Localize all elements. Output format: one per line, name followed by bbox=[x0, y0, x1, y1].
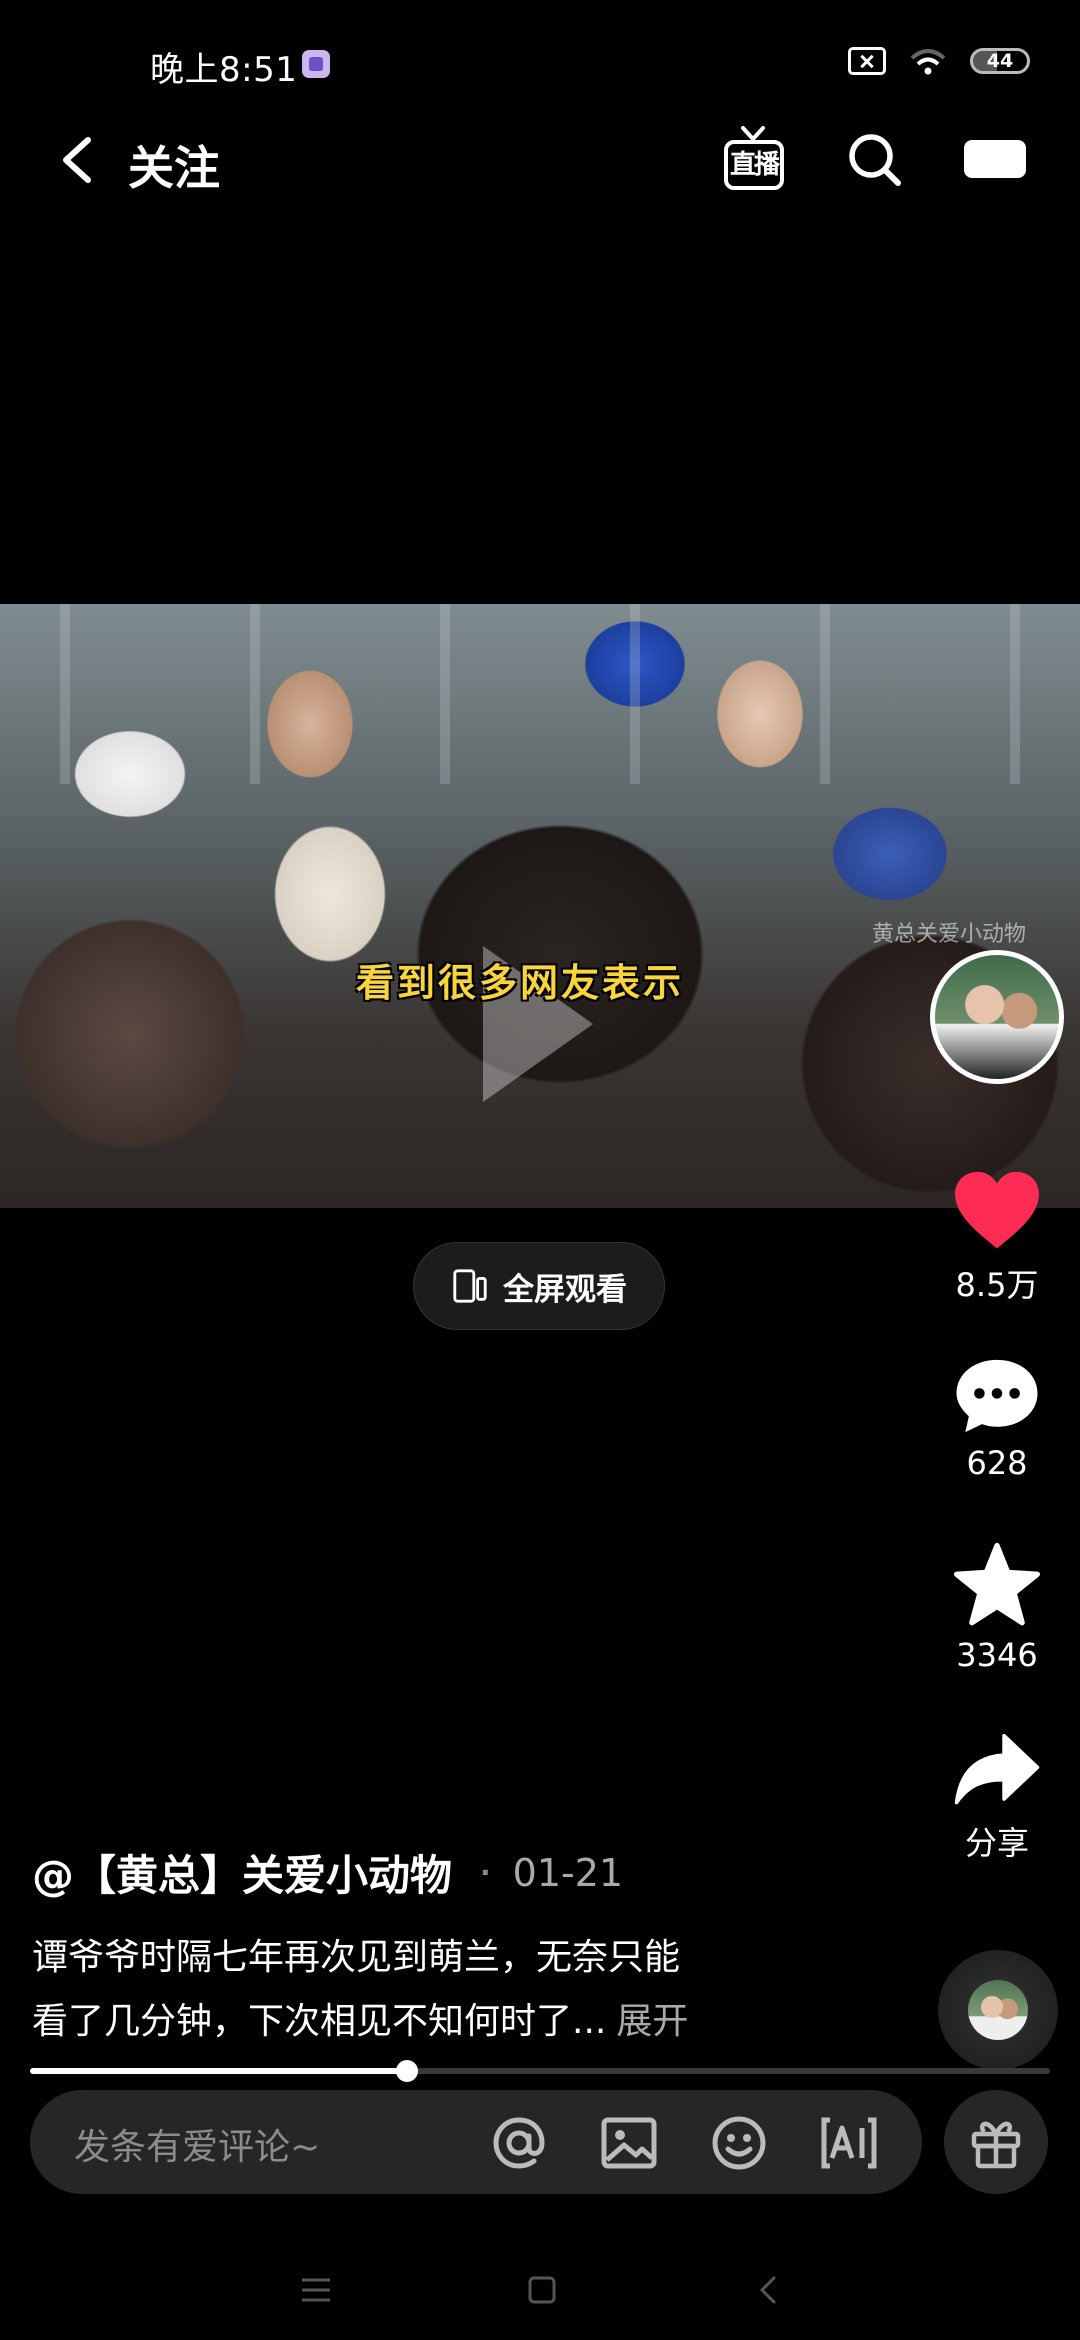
expand-link[interactable]: 展开 bbox=[616, 2001, 688, 2042]
author-name[interactable]: @【黄总】关爱小动物 bbox=[32, 1842, 452, 1903]
video-subtitle: 看到很多网友表示 bbox=[0, 952, 1080, 1007]
comment-input-bar[interactable]: 发条有爱评论~ bbox=[30, 2090, 922, 2194]
video-subtitle-text: 看到很多网友表示 bbox=[355, 961, 684, 1005]
mention-icon[interactable] bbox=[488, 2112, 550, 2174]
comment-button[interactable]: 628 bbox=[940, 1356, 1054, 1482]
fullscreen-label: 全屏观看 bbox=[503, 1271, 627, 1308]
system-nav-bar bbox=[0, 2240, 1080, 2340]
separator-dot: · bbox=[480, 1856, 491, 1889]
menu-icon[interactable] bbox=[296, 2270, 336, 2310]
favorite-count: 3346 bbox=[956, 1636, 1038, 1674]
music-disc[interactable] bbox=[938, 1950, 1058, 2070]
page-title[interactable]: 关注 bbox=[128, 132, 220, 198]
home-icon[interactable] bbox=[522, 2270, 562, 2310]
progress-handle[interactable] bbox=[396, 2060, 419, 2082]
nav-back-icon[interactable] bbox=[748, 2270, 788, 2310]
post-caption[interactable]: 谭爷爷时隔七年再次见到萌兰，无奈只能 看了几分钟，下次相见不知何时了... 展开 bbox=[32, 1926, 792, 2054]
author-row: @【黄总】关爱小动物 · 01-21 bbox=[32, 1842, 623, 1903]
gift-button[interactable] bbox=[944, 2090, 1048, 2194]
like-count: 8.5万 bbox=[955, 1266, 1039, 1304]
comment-count: 628 bbox=[966, 1444, 1028, 1482]
like-button[interactable]: 8.5万 bbox=[940, 1170, 1054, 1306]
rotate-screen-icon bbox=[453, 1269, 487, 1303]
progress-fill bbox=[30, 2068, 408, 2074]
fullscreen-button[interactable]: 全屏观看 bbox=[413, 1242, 665, 1330]
video-background bbox=[0, 604, 1080, 784]
ai-icon[interactable] bbox=[818, 2112, 880, 2174]
image-icon[interactable] bbox=[598, 2112, 660, 2174]
heart-icon bbox=[955, 1171, 1039, 1249]
caption-line-1: 谭爷爷时隔七年再次见到萌兰，无奈只能 bbox=[32, 1937, 681, 1978]
status-time: 晚上8:51 bbox=[150, 50, 298, 90]
no-sim-icon bbox=[848, 47, 886, 75]
video-watermark: 黄总关爱小动物 bbox=[872, 922, 1027, 947]
back-icon[interactable] bbox=[52, 130, 102, 190]
video-progress-bar[interactable] bbox=[30, 2060, 1050, 2082]
wifi-icon bbox=[910, 49, 946, 75]
comment-input[interactable]: 发条有爱评论~ bbox=[74, 2118, 320, 2170]
battery-indicator: 44 bbox=[970, 48, 1030, 74]
top-nav: 关注 直播 bbox=[0, 110, 1080, 210]
favorite-button[interactable]: 3346 bbox=[940, 1542, 1054, 1674]
author-avatar[interactable] bbox=[930, 950, 1064, 1084]
gift-icon bbox=[971, 2121, 1021, 2169]
caption-line-2: 看了几分钟，下次相见不知何时了... 展开 bbox=[32, 1990, 792, 2054]
caption-line-2-text: 看了几分钟，下次相见不知何时了... bbox=[32, 2001, 607, 2042]
share-arrow-icon bbox=[954, 1733, 1040, 1805]
live-button[interactable]: 直播 bbox=[722, 124, 788, 196]
share-button[interactable]: 分享 bbox=[940, 1730, 1054, 1864]
share-label: 分享 bbox=[964, 1824, 1029, 1862]
emoji-icon[interactable] bbox=[708, 2112, 770, 2174]
app-notification-icon bbox=[302, 50, 330, 78]
camera-icon[interactable] bbox=[962, 134, 1028, 184]
live-label: 直播 bbox=[724, 140, 784, 190]
video-player[interactable]: 黄总关爱小动物 看到很多网友表示 bbox=[0, 604, 1080, 1208]
star-icon bbox=[954, 1542, 1040, 1626]
status-indicators: 44 bbox=[848, 46, 1030, 76]
post-date: 01-21 bbox=[512, 1850, 624, 1895]
comment-icon bbox=[956, 1359, 1038, 1433]
search-icon[interactable] bbox=[845, 130, 905, 190]
